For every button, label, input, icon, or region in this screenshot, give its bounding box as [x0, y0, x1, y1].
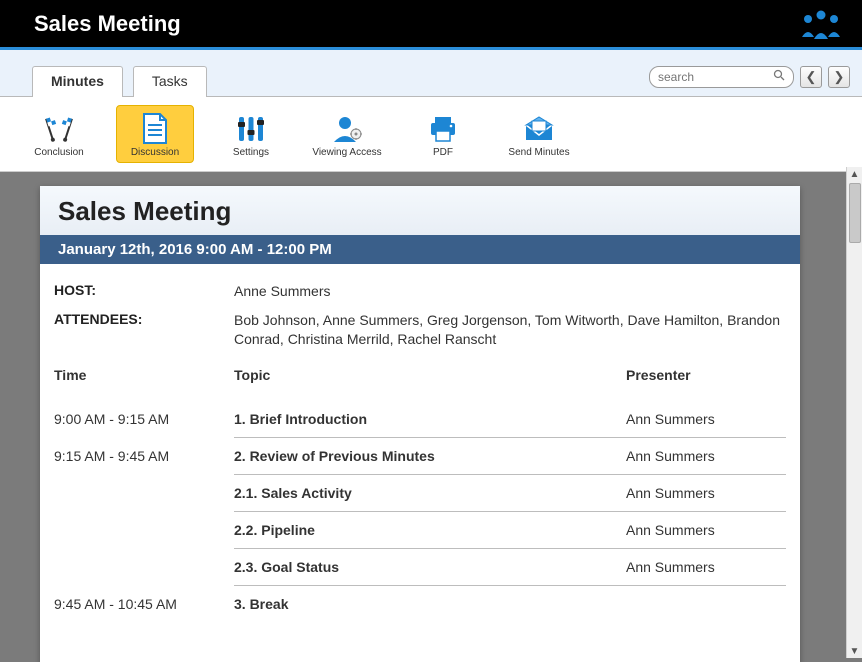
agenda-time: 9:00 AM - 9:15 AM — [54, 411, 234, 427]
envelope-icon — [521, 113, 557, 145]
agenda-row: 2.1. Sales ActivityAnn Summers — [54, 475, 786, 511]
app-title: Sales Meeting — [34, 11, 181, 37]
tool-conclusion[interactable]: Conclusion — [20, 105, 98, 163]
search-box[interactable] — [649, 66, 794, 88]
agenda-presenter: Ann Summers — [626, 522, 786, 538]
agenda-time: 9:15 AM - 9:45 AM — [54, 448, 234, 464]
agenda-body: 9:00 AM - 9:15 AM1. Brief IntroductionAn… — [54, 401, 786, 622]
tool-send-minutes[interactable]: Send Minutes — [500, 105, 578, 163]
tool-discussion[interactable]: Discussion — [116, 105, 194, 163]
agenda-topic: 3. Break — [234, 596, 626, 612]
agenda-divider — [54, 548, 786, 549]
agenda-row: 9:00 AM - 9:15 AM1. Brief IntroductionAn… — [54, 401, 786, 437]
scroll-down-arrow-icon[interactable]: ▼ — [848, 644, 862, 658]
scroll-thumb[interactable] — [849, 183, 861, 243]
col-presenter-header: Presenter — [626, 367, 786, 383]
agenda-topic: 2.2. Pipeline — [234, 522, 626, 538]
minutes-document: Sales Meeting January 12th, 2016 9:00 AM… — [40, 186, 800, 662]
chevron-right-icon: ❯ — [834, 70, 845, 85]
attendees-label: ATTENDEES: — [54, 311, 234, 349]
tool-viewing-access[interactable]: Viewing Access — [308, 105, 386, 163]
agenda-divider — [54, 437, 786, 438]
agenda-divider — [54, 474, 786, 475]
subheader-bar: Minutes Tasks ❮ ❯ — [0, 50, 862, 97]
document-viewport: Sales Meeting January 12th, 2016 9:00 AM… — [0, 172, 862, 662]
host-label: HOST: — [54, 282, 234, 301]
agenda-time: 9:45 AM - 10:45 AM — [54, 596, 234, 612]
nav-prev-button[interactable]: ❮ — [800, 66, 822, 88]
vertical-scrollbar[interactable]: ▲ ▼ — [846, 167, 862, 658]
agenda-topic: 1. Brief Introduction — [234, 411, 626, 427]
tab-minutes[interactable]: Minutes — [32, 66, 123, 97]
host-row: HOST: Anne Summers — [54, 282, 786, 301]
tool-settings[interactable]: Settings — [212, 105, 290, 163]
agenda-time — [54, 522, 234, 538]
agenda-topic: 2. Review of Previous Minutes — [234, 448, 626, 464]
search-icon — [773, 68, 785, 86]
agenda-time — [54, 485, 234, 501]
document-icon — [141, 113, 169, 145]
agenda-presenter: Ann Summers — [626, 411, 786, 427]
agenda-presenter — [626, 596, 786, 612]
tool-label: PDF — [433, 147, 453, 158]
doc-title: Sales Meeting — [58, 196, 782, 227]
agenda-row: 2.3. Goal StatusAnn Summers — [54, 549, 786, 585]
app-header: Sales Meeting — [0, 0, 862, 50]
user-gear-icon — [330, 113, 364, 145]
doc-header: Sales Meeting — [40, 186, 800, 235]
tool-label: Discussion — [131, 147, 179, 158]
scroll-up-arrow-icon[interactable]: ▲ — [848, 167, 862, 181]
agenda-topic: 2.1. Sales Activity — [234, 485, 626, 501]
tab-tasks[interactable]: Tasks — [133, 66, 207, 97]
chevron-left-icon: ❮ — [806, 70, 817, 85]
col-topic-header: Topic — [234, 367, 626, 383]
attendees-value: Bob Johnson, Anne Summers, Greg Jorgenso… — [234, 311, 786, 349]
attendees-row: ATTENDEES: Bob Johnson, Anne Summers, Gr… — [54, 311, 786, 349]
tool-label: Settings — [233, 147, 269, 158]
agenda-presenter: Ann Summers — [626, 559, 786, 575]
tool-pdf[interactable]: PDF — [404, 105, 482, 163]
doc-body: HOST: Anne Summers ATTENDEES: Bob Johnso… — [40, 264, 800, 632]
printer-icon — [426, 113, 460, 145]
col-time-header: Time — [54, 367, 234, 383]
agenda-presenter: Ann Summers — [626, 448, 786, 464]
flags-icon — [39, 113, 79, 145]
tool-label: Send Minutes — [508, 147, 569, 158]
agenda-header-row: Time Topic Presenter — [54, 367, 786, 383]
agenda-topic: 2.3. Goal Status — [234, 559, 626, 575]
agenda-row: 9:15 AM - 9:45 AM2. Review of Previous M… — [54, 438, 786, 474]
agenda-divider — [54, 511, 786, 512]
host-value: Anne Summers — [234, 282, 786, 301]
doc-datetime-bar: January 12th, 2016 9:00 AM - 12:00 PM — [40, 235, 800, 264]
agenda-time — [54, 559, 234, 575]
app-logo-icon — [796, 7, 846, 41]
search-input[interactable] — [658, 70, 773, 84]
subheader-right: ❮ ❯ — [649, 66, 850, 88]
nav-next-button[interactable]: ❯ — [828, 66, 850, 88]
agenda-presenter: Ann Summers — [626, 485, 786, 501]
sliders-icon — [234, 113, 268, 145]
agenda-divider — [54, 585, 786, 586]
main-tabs: Minutes Tasks — [32, 65, 207, 96]
agenda-row: 2.2. PipelineAnn Summers — [54, 512, 786, 548]
tool-label: Conclusion — [34, 147, 83, 158]
agenda-row: 9:45 AM - 10:45 AM3. Break — [54, 586, 786, 622]
toolbar: Conclusion Discussion Settings — [0, 97, 862, 172]
tool-label: Viewing Access — [312, 147, 381, 158]
